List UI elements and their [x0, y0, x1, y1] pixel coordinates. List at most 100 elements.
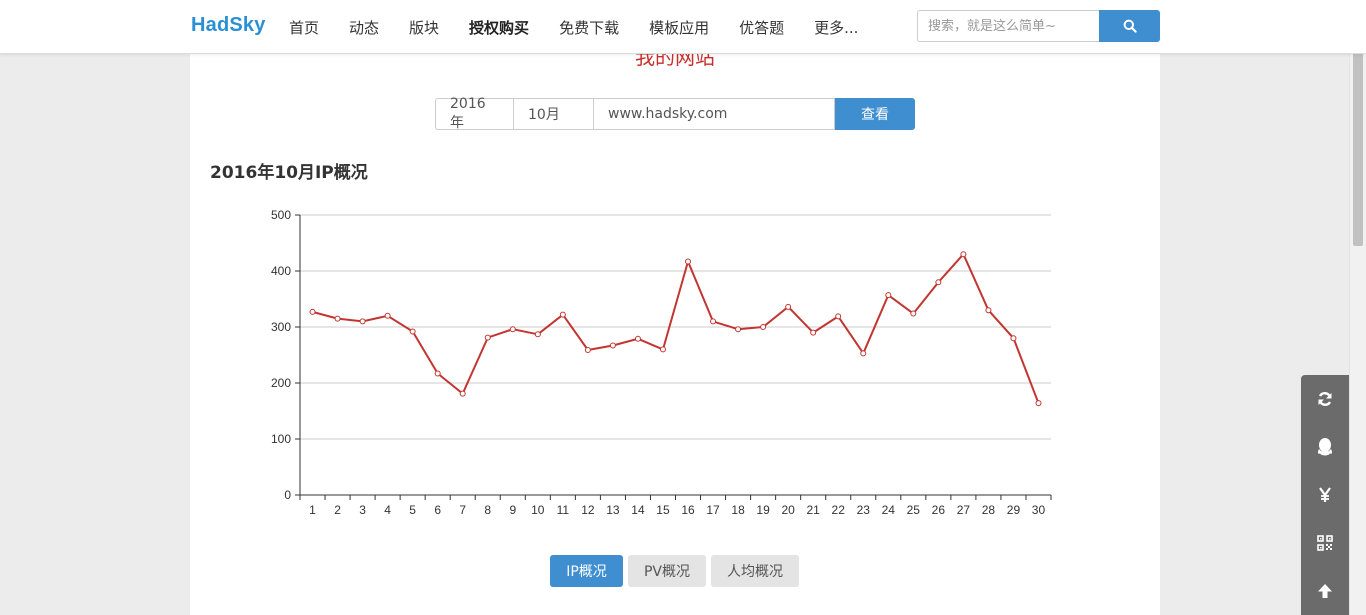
- x-tick-label: 6: [434, 503, 441, 517]
- donate-button[interactable]: [1301, 471, 1349, 519]
- nav-item-activity[interactable]: 动态: [349, 17, 379, 38]
- x-tick-label: 14: [631, 503, 645, 517]
- nav-item-home[interactable]: 首页: [289, 17, 319, 38]
- search-input[interactable]: [917, 10, 1100, 42]
- data-point: [584, 346, 591, 353]
- y-tick-label: 100: [271, 432, 291, 446]
- nav-item-license[interactable]: 授权购买: [469, 17, 529, 38]
- x-tick-label: 8: [484, 503, 491, 517]
- x-tick-label: 3: [359, 503, 366, 517]
- main-nav: 首页 动态 版块 授权购买 免费下载 模板应用 优答题 更多...: [289, 0, 888, 54]
- search-button[interactable]: [1099, 10, 1160, 42]
- x-tick-label: 24: [882, 503, 896, 517]
- x-tick-label: 15: [656, 503, 670, 517]
- x-tick-label: 22: [832, 503, 846, 517]
- tab-avg-overview[interactable]: 人均概况: [711, 555, 799, 587]
- section-title: 2016年10月IP概况: [210, 163, 368, 183]
- arrow-up-icon: [1318, 584, 1332, 598]
- qrcode-icon: [1317, 535, 1333, 551]
- data-point: [835, 313, 842, 320]
- data-point: [409, 328, 416, 335]
- x-tick-label: 20: [781, 503, 795, 517]
- yen-icon: [1319, 487, 1331, 502]
- data-point: [559, 311, 566, 318]
- month-select[interactable]: 10月: [514, 98, 594, 130]
- x-tick-label: 27: [957, 503, 971, 517]
- query-button[interactable]: 查看: [835, 98, 915, 130]
- brand-logo[interactable]: HadSky: [191, 14, 266, 37]
- data-point: [685, 258, 692, 265]
- data-point: [334, 315, 341, 322]
- data-point: [384, 312, 391, 319]
- data-point: [509, 326, 516, 333]
- x-tick-label: 28: [982, 503, 996, 517]
- scrollbar-thumb[interactable]: [1353, 46, 1363, 246]
- floating-toolbar: [1301, 375, 1349, 615]
- chart-tabs: IP概况 PV概况 人均概况: [550, 555, 804, 587]
- data-point: [659, 346, 666, 353]
- x-tick-label: 25: [907, 503, 921, 517]
- data-point: [309, 308, 316, 315]
- x-tick-label: 1: [309, 503, 316, 517]
- domain-input[interactable]: www.hadsky.com: [594, 98, 835, 130]
- x-tick-label: 16: [681, 503, 695, 517]
- y-tick-label: 400: [271, 264, 291, 278]
- data-point: [910, 310, 917, 317]
- data-point: [534, 331, 541, 338]
- x-tick-label: 19: [756, 503, 770, 517]
- x-tick-label: 9: [509, 503, 516, 517]
- x-tick-label: 13: [606, 503, 620, 517]
- back-to-top-button[interactable]: [1301, 567, 1349, 615]
- filter-bar: 2016年 10月 www.hadsky.com 查看: [435, 96, 915, 131]
- qq-icon: [1318, 438, 1332, 456]
- x-tick-label: 2: [334, 503, 341, 517]
- x-tick-label: 10: [531, 503, 545, 517]
- x-tick-label: 23: [857, 503, 871, 517]
- x-tick-label: 4: [384, 503, 391, 517]
- data-point: [1010, 335, 1017, 342]
- page-scrollbar[interactable]: [1349, 0, 1366, 615]
- refresh-button[interactable]: [1301, 375, 1349, 423]
- x-tick-label: 29: [1007, 503, 1021, 517]
- series-line: [312, 253, 1040, 404]
- data-point: [785, 303, 792, 310]
- data-point: [609, 342, 616, 349]
- qrcode-button[interactable]: [1301, 519, 1349, 567]
- main-content: 我的网站 2016年 10月 www.hadsky.com 查看 2016年10…: [190, 50, 1160, 615]
- refresh-icon: [1318, 392, 1332, 406]
- year-select[interactable]: 2016年: [435, 96, 514, 131]
- data-point: [985, 307, 992, 314]
- nav-item-boards[interactable]: 版块: [409, 17, 439, 38]
- data-point: [935, 279, 942, 286]
- nav-item-more[interactable]: 更多...: [814, 17, 858, 38]
- data-point: [710, 318, 717, 325]
- nav-item-qa[interactable]: 优答题: [739, 17, 784, 38]
- data-point: [434, 370, 441, 377]
- qq-button[interactable]: [1301, 423, 1349, 471]
- x-tick-label: 17: [706, 503, 720, 517]
- y-tick-label: 500: [271, 208, 291, 222]
- x-tick-label: 18: [731, 503, 745, 517]
- y-tick-label: 300: [271, 320, 291, 334]
- search-icon: [1123, 19, 1137, 33]
- data-point: [885, 292, 892, 299]
- data-point: [735, 326, 742, 333]
- data-point: [810, 329, 817, 336]
- data-point: [760, 324, 767, 330]
- tab-pv-overview[interactable]: PV概况: [628, 555, 706, 587]
- x-tick-label: 30: [1032, 503, 1046, 517]
- x-tick-label: 5: [409, 503, 416, 517]
- data-point: [459, 390, 466, 397]
- x-tick-label: 7: [459, 503, 466, 517]
- top-navbar: HadSky 首页 动态 版块 授权购买 免费下载 模板应用 优答题 更多...: [0, 0, 1366, 54]
- x-tick-label: 26: [932, 503, 946, 517]
- nav-item-templates[interactable]: 模板应用: [649, 17, 709, 38]
- x-tick-label: 21: [807, 503, 821, 517]
- ip-line-chart: 01002003004005001 2 3 4 5 6 7 8 9 10 11 12 13 14 15 16 1…: [271, 208, 1052, 517]
- tab-ip-overview[interactable]: IP概况: [550, 555, 623, 587]
- x-tick-label: 11: [557, 503, 570, 517]
- data-point: [1035, 400, 1042, 407]
- y-tick-label: 200: [271, 376, 291, 390]
- data-point: [634, 335, 641, 342]
- nav-item-download[interactable]: 免费下载: [559, 17, 619, 38]
